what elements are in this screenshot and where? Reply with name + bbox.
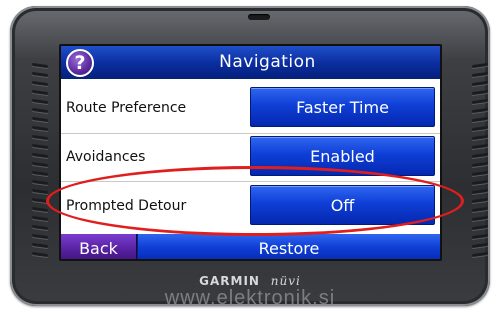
right-speaker-grille <box>472 62 488 264</box>
row-divider <box>61 181 440 182</box>
page-title: Navigation <box>219 52 316 72</box>
route-preference-button[interactable]: Faster Time <box>250 87 435 127</box>
prompted-detour-label: Prompted Detour <box>66 198 187 214</box>
row-divider <box>61 133 440 134</box>
brand-name: GARMIN <box>199 274 260 288</box>
model-name: nüvi <box>270 274 301 288</box>
avoidances-label: Avoidances <box>66 149 146 165</box>
left-speaker-grille <box>32 62 48 264</box>
avoidances-button[interactable]: Enabled <box>250 136 435 176</box>
restore-button[interactable]: Restore <box>138 234 440 259</box>
watermark-text: www.elektronik.si <box>164 287 336 309</box>
touch-screen: ? Navigation Route Preference Faster Tim… <box>59 44 442 261</box>
prompted-detour-button[interactable]: Off <box>250 185 435 225</box>
sd-card-slot <box>248 14 270 20</box>
route-preference-label: Route Preference <box>66 100 187 116</box>
title-bar: ? Navigation <box>61 46 440 79</box>
question-icon[interactable]: ? <box>66 49 94 77</box>
bottom-bar: Back Restore <box>61 234 440 259</box>
device-brand-label: GARMIN nüvi <box>0 274 500 288</box>
back-button[interactable]: Back <box>61 234 137 259</box>
